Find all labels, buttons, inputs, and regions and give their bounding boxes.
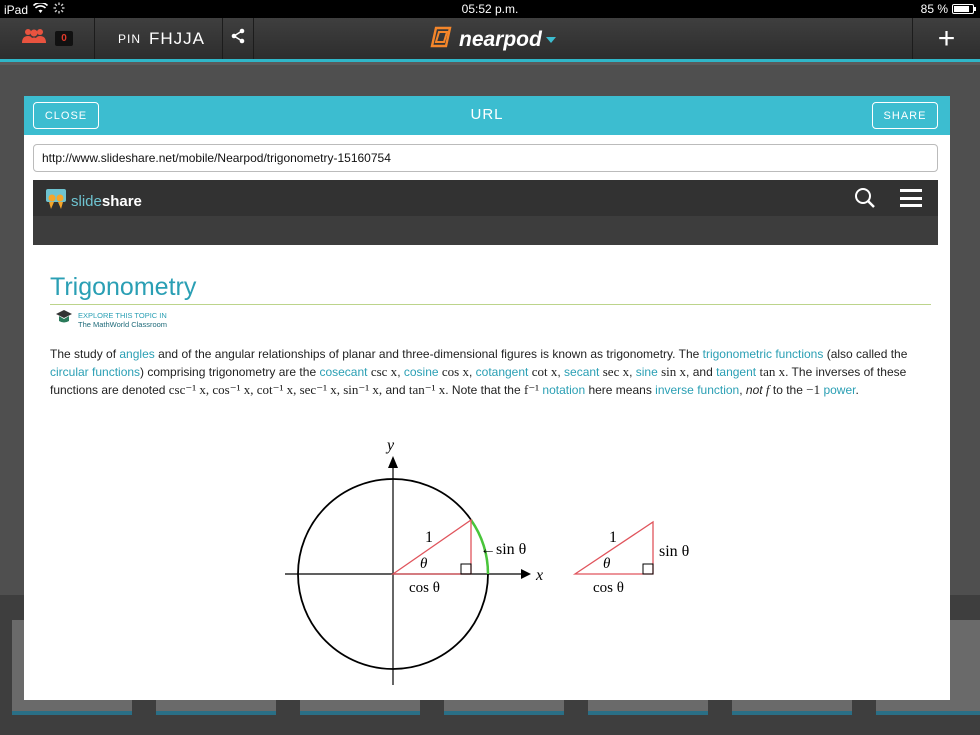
unit-circle-figure: y x 1 θ cos θ ←sin θ 1 θ sin θ cos θ	[285, 437, 689, 685]
caret-down-icon	[545, 31, 557, 49]
math-tan-inverse: tan⁻¹ x	[408, 382, 446, 397]
explore-line2: The MathWorld Classroom	[78, 319, 168, 329]
math-csc: csc x	[370, 364, 398, 379]
users-icon	[21, 28, 47, 49]
share-icon	[231, 28, 245, 49]
body-text: ,	[739, 383, 746, 397]
app-toolbar: 0 PIN FHJJA nearpod +	[0, 18, 980, 62]
body-text: and of the angular relationships of plan…	[154, 347, 703, 361]
angle-label: θ	[420, 556, 428, 572]
x-axis-label: x	[535, 567, 543, 584]
body-text: to the	[769, 383, 807, 397]
modal-header: CLOSE URL SHARE	[24, 96, 950, 135]
share-button[interactable]: SHARE	[872, 102, 938, 129]
link-notation[interactable]: notation	[542, 383, 585, 397]
nearpod-logo-text: nearpod	[459, 27, 542, 51]
url-input[interactable]	[33, 144, 938, 172]
nearpod-logo-icon	[430, 26, 456, 53]
hamburger-menu-icon[interactable]	[900, 189, 922, 207]
link-power[interactable]: power	[823, 383, 855, 397]
body-text: and	[382, 383, 409, 397]
graduation-cap-icon	[55, 308, 73, 331]
link-trigonometric-functions[interactable]: trigonometric functions	[703, 347, 824, 361]
battery-fill	[954, 6, 970, 12]
battery-percent: 85 %	[920, 2, 948, 16]
url-modal: CLOSE URL SHARE slideshare Trigonometry	[24, 96, 950, 700]
body-text: ) comprising trigonometry are the	[140, 365, 320, 379]
add-button[interactable]: +	[912, 18, 980, 59]
body-text: ,	[468, 365, 476, 379]
right-angle-marker	[460, 563, 472, 575]
embedded-webpage[interactable]: slideshare Trigonometry EXPLORE THIS TOP…	[33, 180, 938, 700]
link-cosine[interactable]: cosine	[404, 365, 439, 379]
math-sin: sin x	[661, 364, 687, 379]
reference-hypotenuse-label: 1	[609, 529, 617, 546]
math-cos: cos x	[441, 364, 469, 379]
hypotenuse-label: 1	[425, 529, 433, 546]
link-cosecant[interactable]: cosecant	[319, 365, 367, 379]
link-circular-functions[interactable]: circular functions	[50, 365, 140, 379]
reference-cos-label: cos θ	[593, 580, 624, 596]
math-cot: cot x	[531, 364, 558, 379]
article-title: Trigonometry	[50, 273, 197, 301]
link-cotangent[interactable]: cotangent	[476, 365, 529, 379]
link-tangent[interactable]: tangent	[716, 365, 756, 379]
title-divider	[50, 304, 931, 305]
logo-bold-part: share	[101, 193, 142, 210]
pin-display: PIN FHJJA	[96, 18, 222, 59]
body-text-italic: not	[745, 383, 763, 397]
body-text: , and	[686, 365, 717, 379]
battery-icon	[952, 4, 976, 14]
math-inverses: csc⁻¹ x, cos⁻¹ x, cot⁻¹ x, sec⁻¹ x, sin⁻…	[168, 382, 383, 397]
math-sec: sec x	[602, 364, 630, 379]
body-text: The study of	[50, 347, 120, 361]
slideshare-header: slideshare	[33, 180, 938, 216]
pin-label: PIN	[118, 31, 142, 46]
search-icon[interactable]	[854, 187, 876, 214]
body-text: (also called the	[823, 347, 908, 361]
reference-sin-label: sin θ	[659, 543, 689, 560]
cos-label: cos θ	[409, 580, 440, 596]
explore-line1: EXPLORE THIS TOPIC IN	[78, 310, 167, 320]
body-text: . Note that the	[445, 383, 524, 397]
link-sine[interactable]: sine	[636, 365, 658, 379]
modal-title: URL	[470, 106, 504, 123]
y-axis-arrow	[388, 456, 398, 468]
slideshare-logo-text: slideshare	[71, 193, 142, 210]
explore-topic-link[interactable]: EXPLORE THIS TOPIC IN The MathWorld Clas…	[55, 308, 167, 331]
slideshare-logo[interactable]: slideshare	[45, 188, 142, 215]
logo-light-part: slide	[71, 193, 102, 210]
y-axis-label: y	[385, 437, 395, 454]
reference-right-angle	[642, 563, 654, 575]
math-minus-one: −1	[806, 382, 821, 397]
article-paragraph: The study of angles and of the angular r…	[50, 346, 930, 399]
nearpod-logo-menu[interactable]: nearpod	[430, 26, 557, 53]
explore-text: EXPLORE THIS TOPIC IN The MathWorld Clas…	[78, 311, 167, 329]
link-angles[interactable]: angles	[119, 347, 154, 361]
x-axis-arrow	[521, 569, 531, 579]
math-f-inverse: f⁻¹	[523, 382, 540, 397]
link-secant[interactable]: secant	[564, 365, 599, 379]
participant-count-badge: 0	[55, 31, 73, 46]
share-pin-button[interactable]	[222, 18, 254, 59]
slideshare-subheader	[33, 216, 938, 245]
reference-angle-label: θ	[603, 556, 611, 572]
status-bar: iPad 05:52 p.m. 85 %	[0, 0, 980, 18]
body-text: here means	[585, 383, 656, 397]
participants-button[interactable]: 0	[0, 18, 95, 59]
body-text: ,	[629, 365, 636, 379]
body-text: .	[855, 383, 859, 397]
clock: 05:52 p.m.	[461, 2, 519, 16]
math-tan: tan x	[759, 364, 786, 379]
slideshare-logo-icon	[45, 188, 67, 215]
sin-arrow-label: ←sin θ	[480, 541, 526, 558]
link-inverse-function[interactable]: inverse function	[655, 383, 739, 397]
body-text: ,	[397, 365, 404, 379]
status-right: 85 %	[920, 2, 976, 16]
pin-code: FHJJA	[149, 28, 206, 48]
